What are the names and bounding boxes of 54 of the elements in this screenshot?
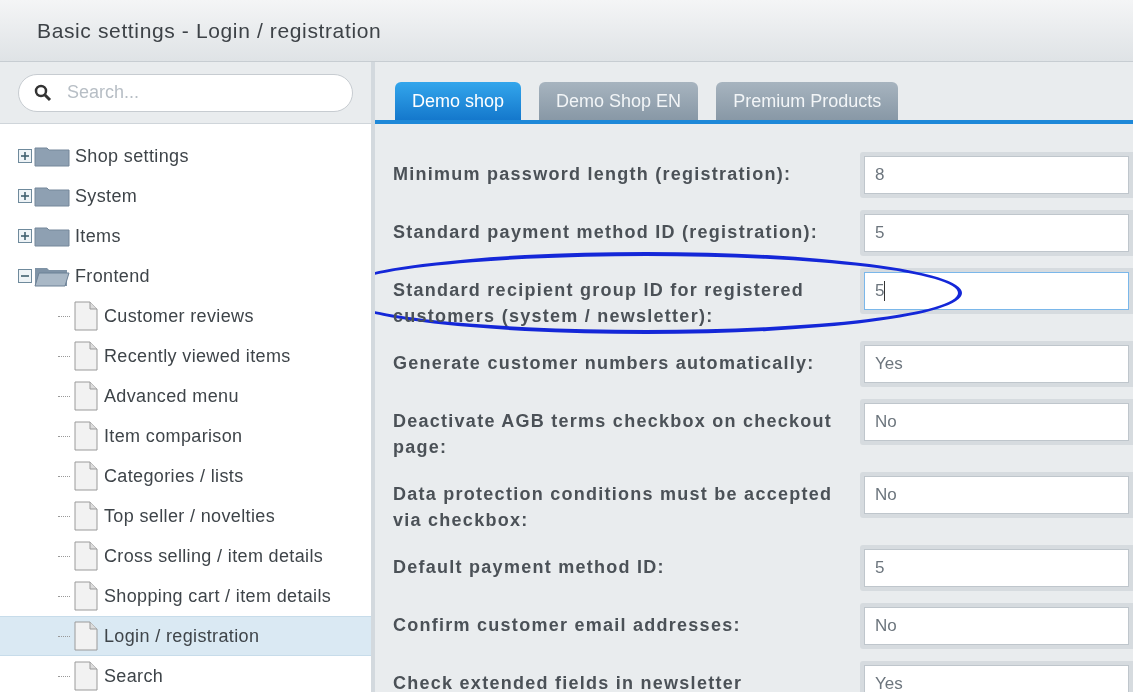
expand-icon[interactable] <box>18 149 32 163</box>
input-field[interactable]: 5 <box>864 272 1129 310</box>
search-field[interactable]: Search... <box>18 73 353 112</box>
document-icon <box>74 301 98 331</box>
tree-item[interactable]: Search <box>104 662 164 690</box>
input-field[interactable]: 8 <box>864 156 1129 194</box>
tree-item[interactable]: Cross selling / item details <box>104 542 324 570</box>
tree-item[interactable]: Customer reviews <box>104 302 254 330</box>
tree-item[interactable]: Advanced menu <box>104 382 239 410</box>
tab[interactable]: Demo shop <box>395 82 522 120</box>
input-field[interactable]: Yes <box>864 345 1129 383</box>
document-icon <box>74 581 98 611</box>
setting-label: Standard recipient group ID for registered customers (system / newsletter): <box>393 279 805 328</box>
selected-tree-row[interactable]: Login / registration <box>0 616 371 656</box>
tree-item[interactable]: Shop settings <box>75 142 189 170</box>
document-icon <box>74 501 98 531</box>
input-field[interactable]: Yes <box>864 665 1129 692</box>
tree-item[interactable]: Frontend <box>75 262 150 290</box>
search-icon <box>34 83 52 102</box>
folder-icon <box>34 145 70 167</box>
setting-label: Data protection conditions must be accepted via checkbox: <box>393 483 834 532</box>
setting-label: Generate customer numbers automatically: <box>393 352 816 375</box>
input-field[interactable]: No <box>864 476 1129 514</box>
setting-label: Standard payment method ID (registration): <box>393 221 819 244</box>
expand-icon[interactable] <box>18 189 32 203</box>
tree-item[interactable]: Item comparison <box>104 422 243 450</box>
tree-item[interactable]: Items <box>75 222 121 250</box>
setting-label: Check extended fields in newsletter <box>393 672 744 692</box>
document-icon <box>74 621 98 651</box>
input-field[interactable]: No <box>864 607 1129 645</box>
expand-icon[interactable] <box>18 229 32 243</box>
tree-item[interactable]: System <box>75 182 138 210</box>
tree-item[interactable]: Categories / lists <box>104 462 244 490</box>
setting-label: Minimum password length (registration): <box>393 163 793 186</box>
setting-label: Confirm customer email addresses: <box>393 614 742 637</box>
setting-label: Default payment method ID: <box>393 556 666 579</box>
tree-item[interactable]: Top seller / novelties <box>104 502 275 530</box>
open-folder-icon <box>34 265 70 287</box>
input-field[interactable]: 5 <box>864 549 1129 587</box>
setting-label: Deactivate AGB terms checkbox on checkout page: <box>393 410 834 459</box>
tree-item[interactable]: Recently viewed items <box>104 342 291 370</box>
tree-item[interactable]: Login / registration <box>104 622 260 650</box>
document-icon <box>74 381 98 411</box>
input-field[interactable]: No <box>864 403 1129 441</box>
folder-icon <box>34 225 70 247</box>
document-icon <box>74 341 98 371</box>
window-title: Basic settings - Login / registration <box>37 17 382 44</box>
document-icon <box>74 541 98 571</box>
document-icon <box>74 461 98 491</box>
collapse-icon[interactable] <box>18 269 32 283</box>
input-field[interactable]: 5 <box>864 214 1129 252</box>
document-icon <box>74 421 98 451</box>
tree-item[interactable]: Shopping cart / item details <box>104 582 332 610</box>
folder-icon <box>34 185 70 207</box>
